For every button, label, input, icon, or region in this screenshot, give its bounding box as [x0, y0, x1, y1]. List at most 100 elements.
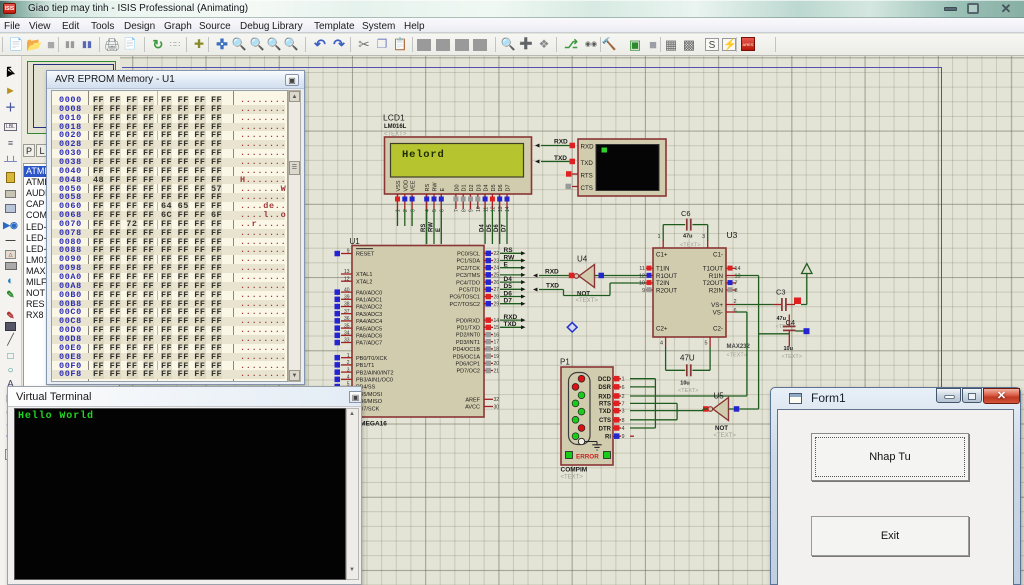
svg-text:2: 2: [347, 360, 350, 366]
svg-text:<TEXT>: <TEXT>: [680, 243, 700, 249]
svg-text:32: 32: [494, 397, 500, 403]
svg-text:25: 25: [494, 273, 500, 279]
svg-text:6: 6: [440, 209, 446, 212]
svg-text:RI: RI: [605, 435, 611, 441]
svg-text:VSS: VSS: [396, 180, 402, 191]
svg-text:D4: D4: [480, 224, 486, 232]
svg-text:24: 24: [494, 266, 500, 272]
svg-text:10: 10: [476, 206, 482, 212]
svg-text:VS+: VS+: [711, 302, 723, 309]
svg-text:RW: RW: [504, 254, 516, 261]
svg-text:5: 5: [704, 341, 707, 347]
svg-text:26: 26: [494, 280, 500, 286]
svg-text:RS: RS: [425, 184, 431, 192]
svg-text:RXD: RXD: [581, 144, 595, 151]
svg-text:D3: D3: [476, 184, 482, 191]
svg-text:RESET: RESET: [356, 252, 375, 258]
svg-text:6: 6: [622, 385, 625, 391]
svg-text:PD2/INT0: PD2/INT0: [456, 333, 480, 339]
svg-text:3: 3: [410, 209, 416, 212]
svg-text:D0: D0: [454, 184, 460, 191]
svg-text:2: 2: [622, 394, 625, 400]
svg-text:40: 40: [344, 287, 350, 293]
svg-text:NOT: NOT: [577, 291, 590, 298]
svg-text:29: 29: [494, 302, 500, 308]
svg-text:21: 21: [494, 368, 500, 374]
svg-text:PB2/AIN0/INT2: PB2/AIN0/INT2: [356, 370, 394, 376]
svg-text:PA4/ADC4: PA4/ADC4: [356, 319, 382, 325]
svg-text:CTS: CTS: [599, 418, 611, 424]
svg-text:T2IN: T2IN: [656, 280, 669, 287]
svg-text:17: 17: [494, 340, 500, 346]
svg-text:DCD: DCD: [598, 377, 612, 383]
svg-text:6: 6: [734, 308, 737, 314]
svg-text:RS: RS: [421, 224, 427, 232]
svg-text:<TEXT>: <TEXT>: [678, 388, 698, 394]
svg-text:22: 22: [494, 251, 500, 257]
svg-text:PC0/SCL: PC0/SCL: [457, 252, 480, 258]
svg-text:7: 7: [454, 209, 460, 212]
svg-text:11: 11: [639, 266, 645, 272]
svg-text:5: 5: [432, 209, 438, 212]
svg-text:D7: D7: [506, 184, 512, 191]
svg-text:RW: RW: [433, 182, 439, 192]
svg-text:PA1/ADC1: PA1/ADC1: [356, 298, 382, 304]
svg-text:3: 3: [702, 234, 705, 240]
svg-text:34: 34: [344, 331, 350, 337]
svg-text:D5: D5: [504, 283, 513, 290]
svg-text:P1: P1: [560, 358, 570, 367]
svg-text:<TEXT>: <TEXT>: [727, 353, 747, 359]
svg-text:<TEXT>: <TEXT>: [576, 298, 599, 304]
svg-text:DSR: DSR: [598, 385, 611, 391]
svg-text:R2OUT: R2OUT: [656, 287, 677, 294]
svg-text:PA0/ADC0: PA0/ADC0: [356, 290, 382, 296]
svg-text:9: 9: [347, 249, 350, 255]
svg-text:PD5/OC1A: PD5/OC1A: [453, 354, 481, 360]
svg-text:VDD: VDD: [403, 180, 409, 192]
svg-text:RW: RW: [429, 222, 435, 232]
svg-text:ERROR: ERROR: [576, 454, 599, 461]
svg-text:U1: U1: [350, 237, 361, 246]
svg-text:TXD: TXD: [546, 282, 559, 289]
svg-text:D6: D6: [494, 224, 500, 232]
svg-text:C6: C6: [681, 209, 691, 218]
svg-text:PD4/OC1B: PD4/OC1B: [453, 347, 481, 353]
svg-text:E: E: [504, 262, 509, 269]
svg-text:3: 3: [347, 367, 350, 373]
svg-text:PD6/ICP1: PD6/ICP1: [456, 362, 480, 368]
svg-text:4: 4: [660, 341, 663, 347]
svg-text:13: 13: [498, 206, 504, 212]
svg-text:<TEXT>: <TEXT>: [561, 475, 584, 481]
svg-text:D2: D2: [469, 184, 475, 191]
svg-text:PB0/T0/XCK: PB0/T0/XCK: [356, 356, 388, 362]
svg-text:35: 35: [344, 323, 350, 329]
svg-text:D5: D5: [491, 184, 497, 191]
svg-text:12: 12: [344, 276, 350, 282]
svg-text:13: 13: [344, 269, 350, 275]
svg-text:Helord: Helord: [402, 149, 445, 161]
svg-text:19: 19: [494, 354, 500, 360]
svg-text:C3: C3: [776, 288, 786, 297]
svg-text:8: 8: [622, 418, 625, 424]
svg-text:4: 4: [622, 426, 625, 432]
svg-text:PC4/TDO: PC4/TDO: [456, 280, 481, 286]
svg-text:COMPIM: COMPIM: [561, 467, 588, 474]
svg-text:2: 2: [403, 209, 409, 212]
svg-text:7: 7: [622, 401, 625, 407]
svg-text:PC3/TMS: PC3/TMS: [456, 273, 480, 279]
svg-text:TXD: TXD: [554, 155, 567, 162]
svg-text:XTAL2: XTAL2: [356, 279, 372, 285]
svg-text:12: 12: [639, 273, 645, 279]
svg-text:9: 9: [622, 434, 625, 440]
svg-text:23: 23: [494, 258, 500, 264]
svg-text:PA7/ADC7: PA7/ADC7: [356, 341, 382, 347]
svg-text:9: 9: [469, 209, 475, 212]
svg-text:D7: D7: [504, 298, 513, 305]
svg-text:U5: U5: [714, 392, 725, 401]
svg-text:R1OUT: R1OUT: [656, 273, 677, 280]
svg-text:27: 27: [494, 287, 500, 293]
svg-text:10u: 10u: [784, 346, 793, 352]
svg-text:8: 8: [461, 209, 467, 212]
svg-text:VS-: VS-: [713, 310, 723, 317]
svg-text:D4: D4: [484, 184, 490, 191]
